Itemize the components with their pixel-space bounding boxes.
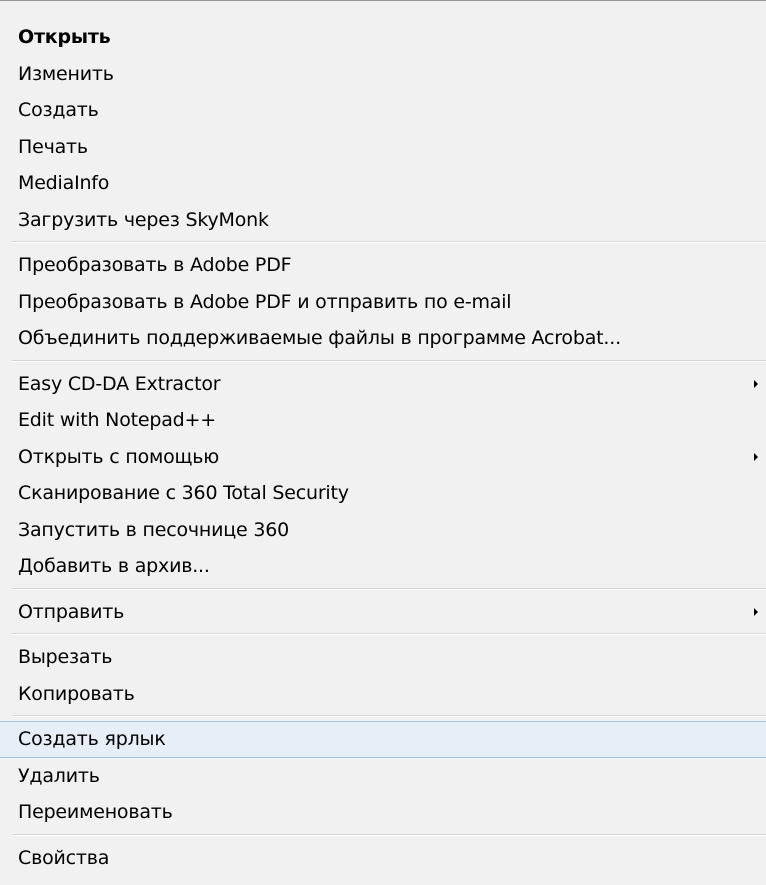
menu-item-combine-acrobat[interactable]: Объединить поддерживаемые файлы в програ… xyxy=(0,320,766,357)
menu-group-tools: Easy CD-DA Extractor Edit with Notepad++… xyxy=(0,366,766,585)
menu-group-send: Отправить xyxy=(0,594,766,631)
menu-separator xyxy=(12,359,766,362)
menu-item-rename[interactable]: Переименовать xyxy=(0,794,766,831)
menu-item-new[interactable]: Создать xyxy=(0,92,766,129)
menu-group-properties: Свойства xyxy=(0,840,766,877)
menu-item-label: Easy CD-DA Extractor xyxy=(18,372,221,395)
menu-item-open[interactable]: Открыть xyxy=(0,19,766,56)
menu-group-acrobat: Преобразовать в Adobe PDF Преобразовать … xyxy=(0,247,766,357)
menu-item-scan-360[interactable]: Сканирование с 360 Total Security xyxy=(0,475,766,512)
menu-item-add-archive[interactable]: Добавить в архив... xyxy=(0,548,766,585)
menu-item-label: Отправить xyxy=(18,600,125,623)
menu-item-edit[interactable]: Изменить xyxy=(0,56,766,93)
menu-item-mediainfo[interactable]: MediaInfo xyxy=(0,165,766,202)
menu-separator xyxy=(12,833,766,836)
chevron-right-icon xyxy=(754,607,758,616)
chevron-right-icon xyxy=(754,452,758,461)
menu-group-file-ops: Создать ярлык Удалить Переименовать xyxy=(0,721,766,831)
menu-group-open: Открыть Изменить Создать Печать MediaInf… xyxy=(0,19,766,238)
menu-separator xyxy=(12,587,766,590)
menu-item-convert-pdf-email[interactable]: Преобразовать в Adobe PDF и отправить по… xyxy=(0,284,766,321)
menu-item-copy[interactable]: Копировать xyxy=(0,676,766,713)
menu-item-create-shortcut[interactable]: Создать ярлык xyxy=(0,721,766,758)
menu-separator xyxy=(12,715,766,717)
menu-item-open-with[interactable]: Открыть с помощью xyxy=(0,439,766,476)
menu-separator xyxy=(12,241,766,243)
menu-item-convert-pdf[interactable]: Преобразовать в Adobe PDF xyxy=(0,247,766,284)
menu-item-cut[interactable]: Вырезать xyxy=(0,639,766,676)
menu-item-delete[interactable]: Удалить xyxy=(0,758,766,795)
menu-item-skymonk[interactable]: Загрузить через SkyMonk xyxy=(0,202,766,239)
chevron-right-icon xyxy=(754,379,758,388)
menu-item-print[interactable]: Печать xyxy=(0,129,766,166)
menu-item-send-to[interactable]: Отправить xyxy=(0,594,766,631)
menu-separator xyxy=(12,633,766,635)
menu-item-notepadpp[interactable]: Edit with Notepad++ xyxy=(0,402,766,439)
context-menu: Открыть Изменить Создать Печать MediaInf… xyxy=(0,0,766,885)
menu-item-sandbox-360[interactable]: Запустить в песочнице 360 xyxy=(0,512,766,549)
menu-item-properties[interactable]: Свойства xyxy=(0,840,766,877)
menu-item-easy-cd-da[interactable]: Easy CD-DA Extractor xyxy=(0,366,766,403)
menu-group-clipboard: Вырезать Копировать xyxy=(0,639,766,712)
menu-item-label: Открыть с помощью xyxy=(18,445,220,468)
